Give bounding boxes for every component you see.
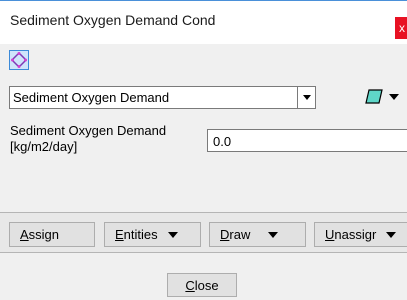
unassign-label: Unassigr	[325, 227, 377, 242]
chevron-down-icon	[389, 94, 399, 100]
assign-label: Assign	[20, 227, 60, 242]
assign-button[interactable]: Assign	[9, 222, 95, 247]
select-diamond-icon[interactable]	[9, 50, 29, 70]
chevron-down-icon	[167, 231, 178, 238]
action-button-row: Assign Entities Draw Unassigr	[0, 212, 407, 253]
chevron-down-icon	[302, 95, 311, 100]
chevron-down-icon	[386, 231, 397, 238]
close-button[interactable]: Close	[167, 273, 237, 297]
entities-button[interactable]: Entities	[104, 222, 201, 247]
condition-select[interactable]: Sediment Oxygen Demand	[9, 86, 316, 109]
close-icon: x	[399, 21, 405, 35]
title-bar: Sediment Oxygen Demand Cond x	[0, 0, 407, 44]
draw-button[interactable]: Draw	[209, 222, 306, 247]
close-label: Close	[185, 277, 219, 293]
close-window-button[interactable]: x	[395, 17, 407, 39]
parameter-label: Sediment Oxygen Demand [kg/m2/day]	[10, 123, 166, 155]
draw-label: Draw	[220, 227, 251, 242]
entities-label: Entities	[115, 227, 158, 242]
color-chip-icon	[365, 89, 383, 104]
condition-select-value: Sediment Oxygen Demand	[13, 90, 170, 105]
condition-dropdown-button[interactable]	[297, 87, 315, 108]
color-picker-button[interactable]	[357, 84, 407, 110]
parameter-label-unit: [kg/m2/day]	[10, 139, 78, 154]
parameter-value-input[interactable]: 0.0	[207, 129, 407, 152]
window-title: Sediment Oxygen Demand Cond	[10, 12, 216, 28]
unassign-button[interactable]: Unassigr	[314, 222, 407, 247]
dialog-content: Sediment Oxygen Demand Sediment Oxygen D…	[0, 44, 407, 300]
parameter-label-name: Sediment Oxygen Demand	[10, 123, 167, 138]
parameter-value: 0.0	[213, 134, 232, 149]
chevron-down-icon	[268, 231, 279, 238]
